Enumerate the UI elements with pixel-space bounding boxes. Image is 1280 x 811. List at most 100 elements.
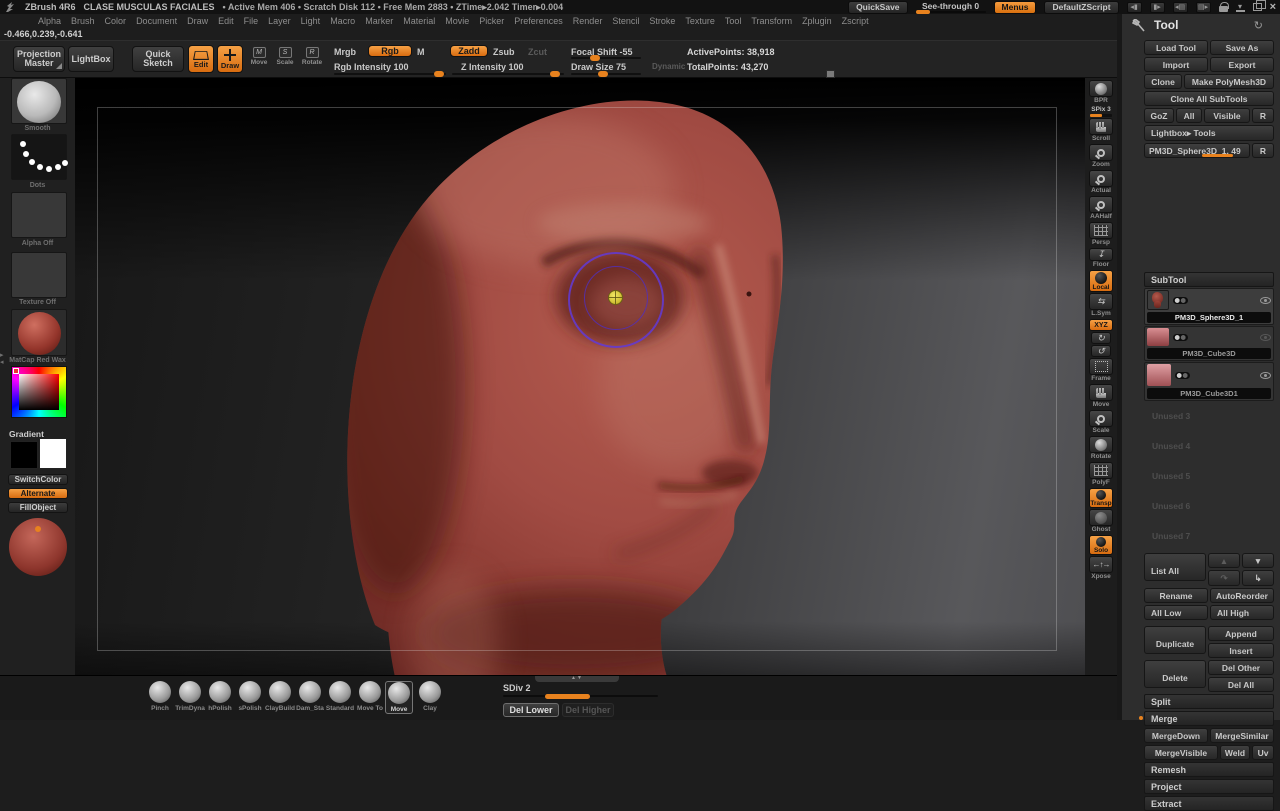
menu-brush[interactable]: Brush [71, 16, 95, 26]
subtool-section-header[interactable]: SubTool [1144, 272, 1274, 287]
merge-section-header[interactable]: Merge [1139, 711, 1274, 726]
brush-move-selected[interactable]: Move [385, 681, 413, 714]
secondary-color-swatch[interactable] [39, 438, 67, 469]
transp-button[interactable]: Transp [1089, 488, 1113, 508]
subtool-down-button[interactable]: ▼ [1242, 553, 1274, 568]
rename-button[interactable]: Rename [1144, 588, 1208, 603]
brush-standard[interactable]: Standard [326, 681, 354, 712]
make-polymesh3d-button[interactable]: Make PolyMesh3D [1184, 74, 1274, 89]
subtool-2-toggle-icon[interactable] [1173, 333, 1188, 341]
menu-macro[interactable]: Macro [330, 16, 355, 26]
sdiv-slider[interactable] [503, 693, 658, 699]
subtool-3-thumbnail[interactable] [1147, 364, 1171, 386]
del-higher-button[interactable]: Del Higher [562, 703, 614, 717]
subtool-moveup-duplicate-button[interactable]: ↷ [1208, 570, 1240, 586]
color-picker-square[interactable] [19, 374, 59, 410]
z-intensity-slider[interactable] [452, 71, 564, 77]
solo-button[interactable]: Solo [1089, 535, 1113, 555]
mergedown-button[interactable]: MergeDown [1144, 728, 1208, 743]
list-all-button[interactable]: List All [1144, 553, 1206, 581]
floor-button[interactable]: ↧ Floor [1089, 248, 1113, 269]
goz-button[interactable]: GoZ [1144, 108, 1174, 123]
quick-sketch-button[interactable]: Quick Sketch [132, 46, 184, 72]
sdiv-slider-label[interactable]: SDiv 2 [503, 683, 531, 693]
menu-tool[interactable]: Tool [725, 16, 742, 26]
projection-master-button[interactable]: Projection Master [13, 46, 65, 72]
move-3d-button[interactable]: Move [1089, 384, 1113, 409]
texture-thumbnail[interactable] [11, 252, 67, 298]
xpose-button[interactable]: ←↑→ Xpose [1089, 556, 1113, 581]
rotate-3d-button[interactable]: Rotate [1089, 436, 1113, 461]
zcut-button[interactable]: Zcut [528, 47, 547, 57]
brush-trimdynamic[interactable]: TrimDyna [175, 681, 205, 712]
menu-layer[interactable]: Layer [268, 16, 291, 26]
mrgb-button[interactable]: Mrgb [334, 47, 356, 57]
shelf-divider-handle[interactable] [826, 70, 835, 78]
menu-marker[interactable]: Marker [365, 16, 393, 26]
split-section-header[interactable]: Split [1144, 694, 1274, 709]
spin-cw-button[interactable]: ↻ [1091, 332, 1111, 344]
extract-section-header[interactable]: Extract [1144, 796, 1274, 811]
dynamic-toggle[interactable]: Dynamic [652, 62, 685, 71]
load-tool-button[interactable]: Load Tool [1144, 40, 1208, 55]
left-tray-collapse-icon[interactable]: ◂▮ [1126, 1, 1142, 13]
quicksave-button[interactable]: QuickSave [848, 0, 908, 14]
draw-button[interactable]: Draw [217, 45, 243, 73]
menu-material[interactable]: Material [403, 16, 435, 26]
persp-button[interactable]: Persp [1089, 222, 1113, 247]
color-picker[interactable] [11, 366, 67, 418]
scroll-button[interactable]: Scroll [1089, 118, 1113, 143]
export-button[interactable]: Export [1210, 57, 1274, 72]
z-intensity-slider-label[interactable]: Z Intensity 100 [461, 62, 524, 72]
menu-transform[interactable]: Transform [751, 16, 792, 26]
uv-button[interactable]: Uv [1252, 745, 1274, 760]
project-section-header[interactable]: Project [1144, 779, 1274, 794]
local-button[interactable]: Local [1089, 270, 1113, 292]
mergevisible-button[interactable]: MergeVisible [1144, 745, 1218, 760]
subtool-row-1[interactable]: PM3D_Sphere3D_1 [1144, 288, 1274, 325]
zoom-button[interactable]: Zoom [1089, 144, 1113, 169]
right-tray-expand-icon[interactable]: ▮▸ [1149, 1, 1165, 13]
zsub-button[interactable]: Zsub [493, 47, 515, 57]
delete-button[interactable]: Delete [1144, 660, 1206, 688]
rotate-button[interactable]: R Rotate [299, 47, 325, 67]
subtool-2-eye-icon[interactable] [1260, 333, 1271, 341]
del-other-button[interactable]: Del Other [1208, 660, 1274, 675]
menu-stencil[interactable]: Stencil [612, 16, 639, 26]
brush-spolish[interactable]: sPolish [236, 681, 264, 712]
subtool-3-toggle-icon[interactable] [1175, 371, 1190, 379]
actual-button[interactable]: Actual [1089, 170, 1113, 195]
minimize-icon[interactable]: ▾ [1235, 2, 1245, 12]
restore-icon[interactable] [1252, 0, 1266, 11]
del-all-button[interactable]: Del All [1208, 677, 1274, 692]
frame-button[interactable]: Frame [1089, 358, 1113, 383]
brush-pinch[interactable]: Pinch [146, 681, 174, 712]
spix-slider[interactable]: SPix 3 [1090, 106, 1112, 117]
menu-stroke[interactable]: Stroke [649, 16, 675, 26]
menu-texture[interactable]: Texture [685, 16, 715, 26]
menu-draw[interactable]: Draw [187, 16, 208, 26]
goz-all-button[interactable]: All [1176, 108, 1202, 123]
next-layout-icon[interactable]: ▤▸ [1195, 1, 1211, 13]
edit-button[interactable]: Edit [188, 45, 214, 73]
switch-color-button[interactable]: SwitchColor [8, 474, 68, 485]
subtool-up-button[interactable]: ▲ [1208, 553, 1240, 568]
menu-zplugin[interactable]: Zplugin [802, 16, 832, 26]
rgb-intensity-slider-label[interactable]: Rgb Intensity 100 [334, 62, 409, 72]
focal-shift-slider[interactable] [571, 55, 641, 61]
menu-color[interactable]: Color [105, 16, 127, 26]
brush-damstandard[interactable]: Dam_Sta [296, 681, 324, 712]
mergesimilar-button[interactable]: MergeSimilar [1210, 728, 1274, 743]
brush-claybuildup[interactable]: ClayBuild [265, 681, 295, 712]
current-tool-slider[interactable]: PM3D_Sphere3D_1. 49 [1144, 143, 1250, 158]
remesh-section-header[interactable]: Remesh [1144, 762, 1274, 777]
zadd-button[interactable]: Zadd [450, 45, 488, 57]
see-through-slider[interactable]: See-through 0 [915, 1, 986, 14]
main-color-swatch[interactable] [10, 441, 38, 469]
menu-file[interactable]: File [244, 16, 259, 26]
left-tray-divider-handle[interactable]: ▸ ◂ [0, 352, 7, 366]
menu-movie[interactable]: Movie [445, 16, 469, 26]
material-thumbnail[interactable] [11, 309, 67, 356]
lsym-button[interactable]: ⇆ L.Sym [1089, 293, 1113, 318]
bpr-button[interactable]: BPR [1089, 80, 1113, 105]
